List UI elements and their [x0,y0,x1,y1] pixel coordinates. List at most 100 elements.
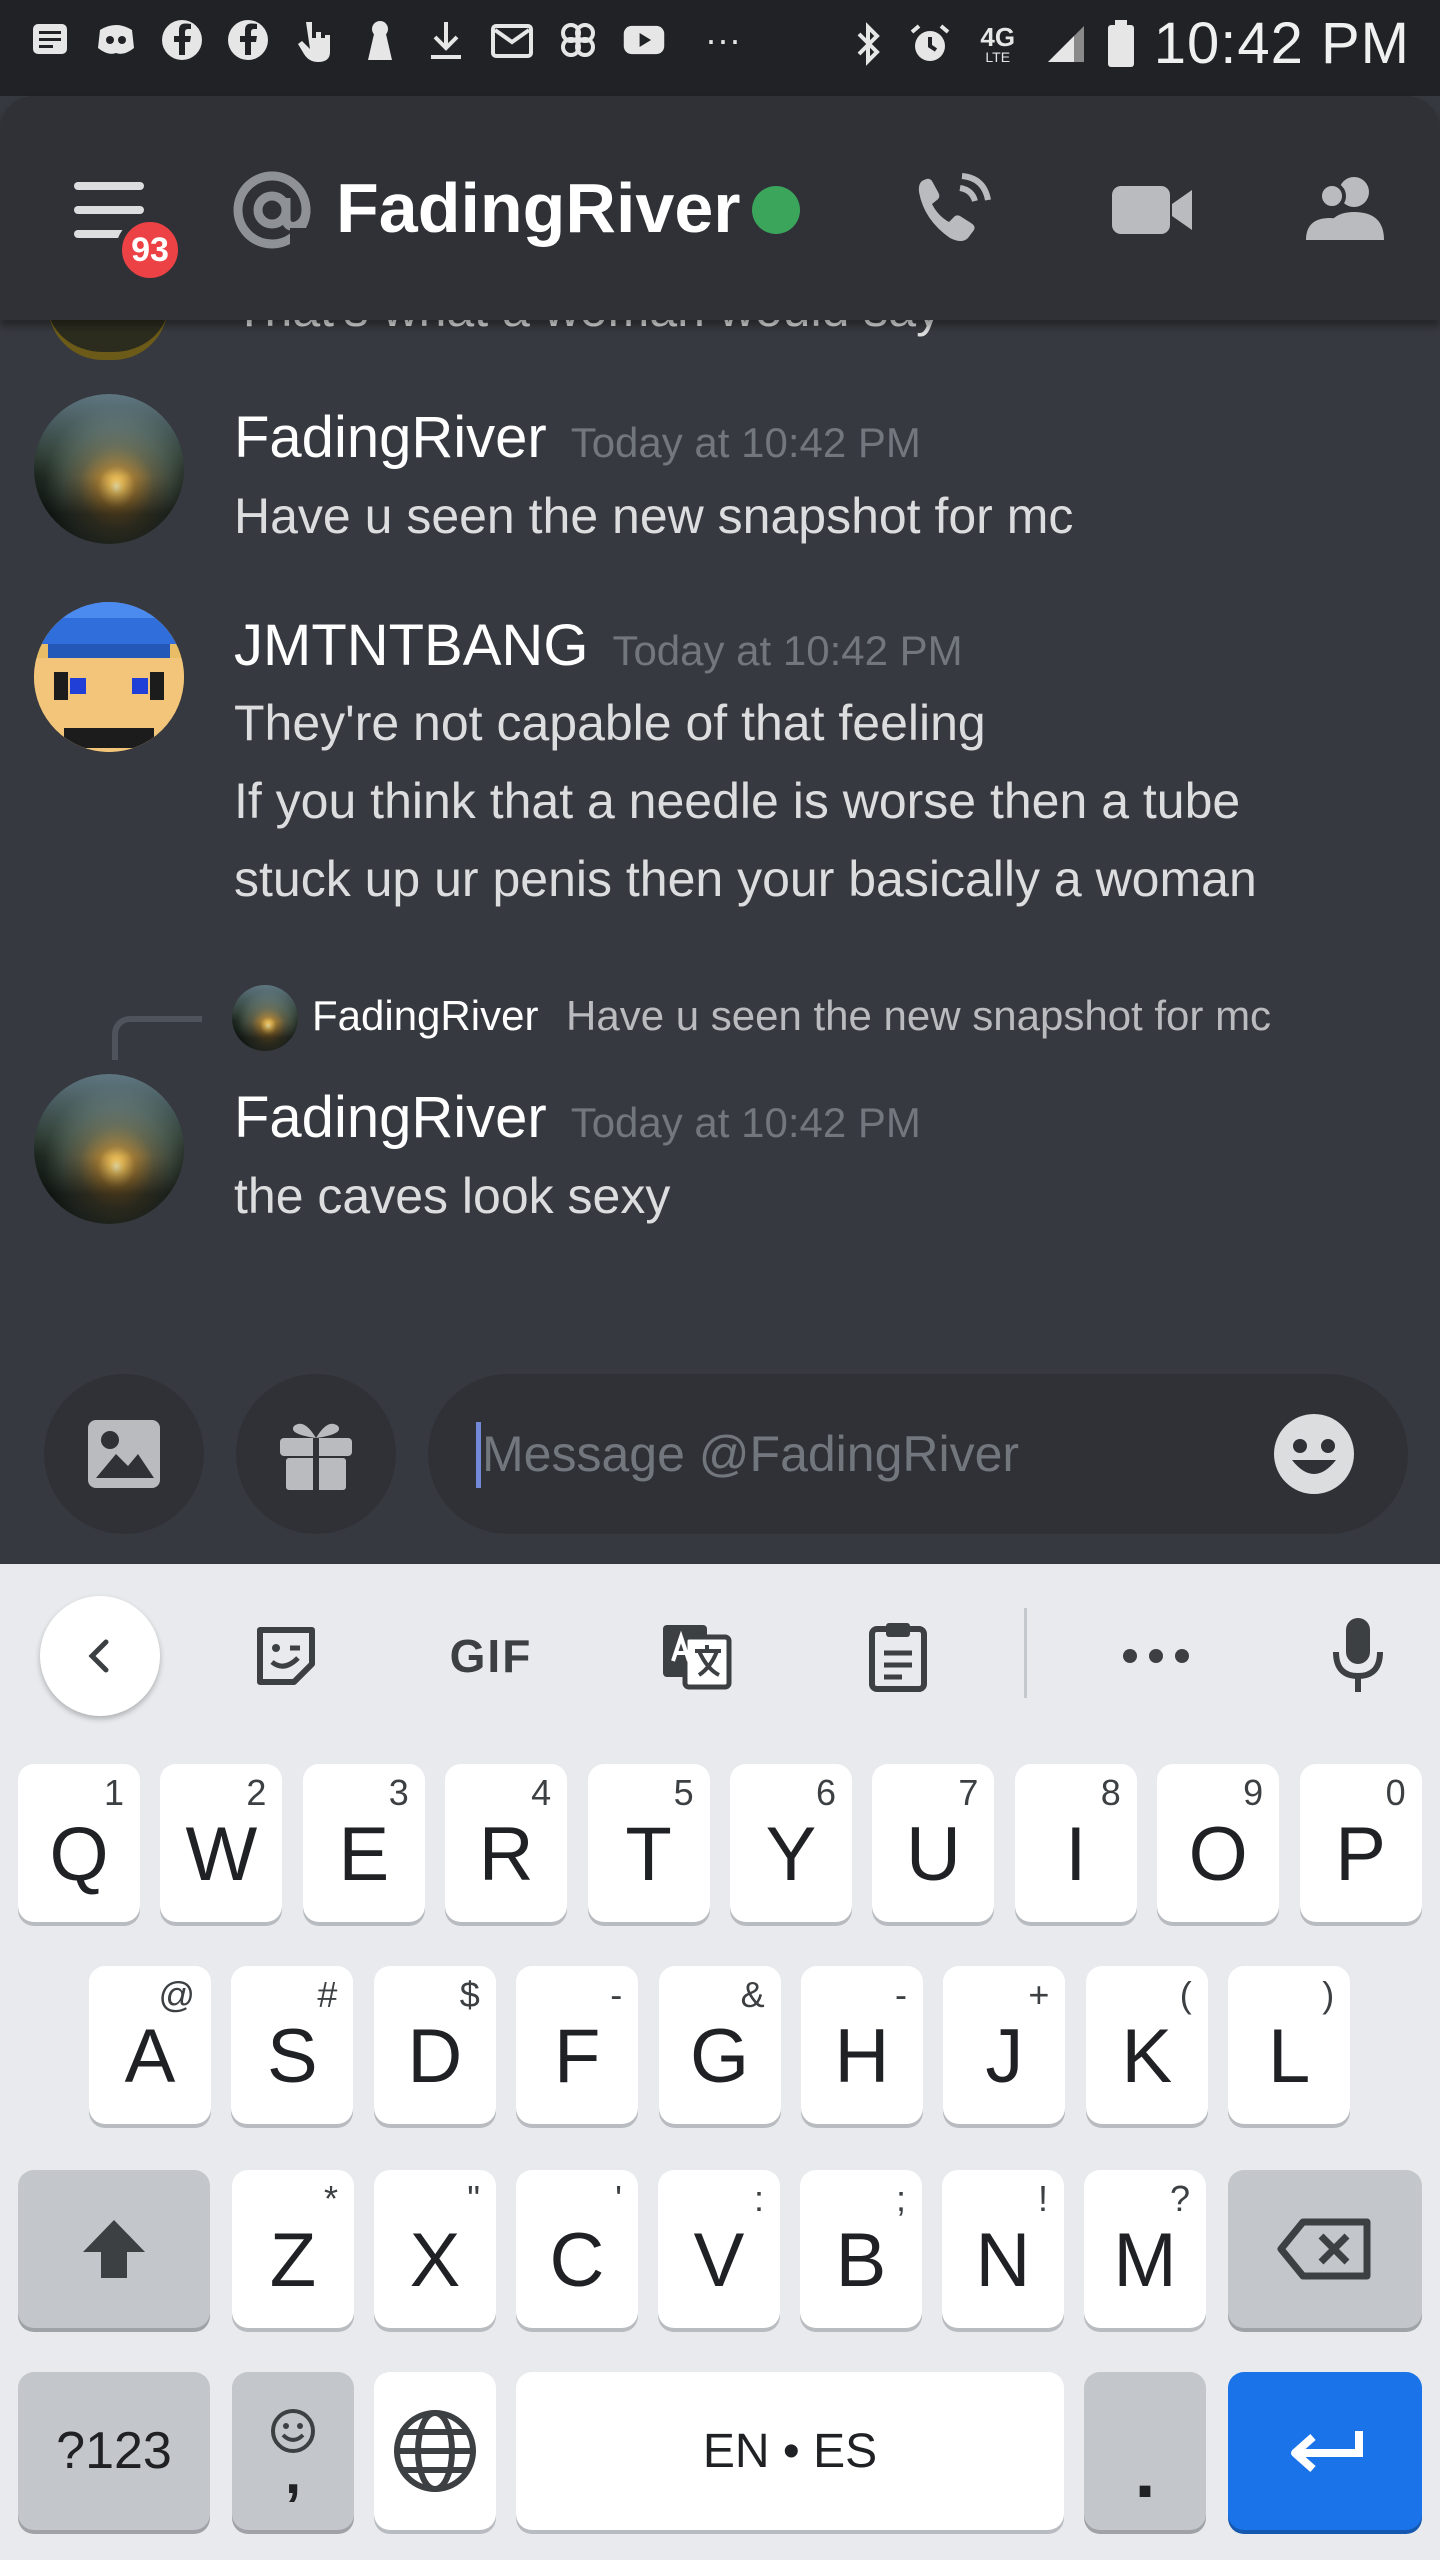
key-l[interactable]: ) L [1228,1966,1351,2124]
dm-recipient-name: FadingRiver [336,169,741,247]
key-s[interactable]: # S [231,1966,354,2124]
key-t[interactable]: 5T [587,1764,710,1922]
message-author[interactable]: JMTNTBANG Today at 10:42 PM [234,612,963,679]
gif-button[interactable]: GIF [436,1616,546,1696]
key-hint: 3 [388,1772,409,1813]
sticker-icon [257,1627,315,1685]
key-n[interactable]: ! N [942,2170,1064,2328]
clock: 10:42 PM [1153,11,1410,76]
members-button[interactable] [1300,170,1390,250]
gift-button[interactable] [236,1374,396,1534]
key-h[interactable]: -H [801,1966,923,2124]
comma-label: , [284,2441,302,2506]
key-hint: : [753,2178,764,2219]
message-author[interactable]: FadingRiver Today at 10:42 PM [234,404,921,471]
key-label: B [835,2217,887,2303]
key-label: O [1188,1811,1248,1897]
enter-key[interactable] [1228,2372,1422,2530]
shift-icon [83,2220,145,2278]
message-author[interactable]: FadingRiver Today at 10:42 PM [234,1084,921,1151]
key-hint: ' [615,2178,622,2219]
key-j[interactable]: + J [943,1966,1066,2124]
key-label: T [625,1811,672,1897]
key-hint: 4 [531,1772,552,1813]
video-call-button[interactable] [1108,170,1198,250]
clipboard-icon [869,1623,927,1692]
message-text: the caves look sexy [234,1168,671,1224]
reply-preview[interactable]: Have u seen the new snapshot for mc [566,992,1271,1040]
key-u[interactable]: 7U [872,1764,995,1922]
voice-call-button[interactable] [910,170,1000,250]
pixel-avatar[interactable] [34,602,184,752]
message-input[interactable] [482,1404,1242,1504]
more-options-button[interactable] [1116,1616,1196,1696]
shift-key[interactable] [18,2170,210,2328]
author-name[interactable]: FadingRiver [234,1085,547,1150]
key-g[interactable]: & G [658,1966,781,2124]
language-switch-key[interactable] [374,2372,496,2530]
key-b[interactable]: ; B [800,2170,922,2328]
sunset-avatar[interactable] [34,1074,184,1224]
key-hint: ( [1179,1974,1192,2015]
messages-icon [28,18,72,62]
notification-icons: ··· [28,18,758,62]
emoji-comma-key[interactable]: , [232,2372,354,2530]
key-z[interactable]: * Z [232,2170,354,2328]
key-hint: @ [158,1974,195,2015]
key-hint: - [610,1974,623,2015]
key-x[interactable]: " X [374,2170,496,2328]
collapse-toolbar-button[interactable] [40,1596,160,1716]
sunset-avatar[interactable] [34,394,184,544]
key-hint: 8 [1100,1772,1121,1813]
message-input-box[interactable] [428,1374,1408,1534]
key-k[interactable]: (K [1085,1966,1208,2124]
key-y[interactable]: 6Y [730,1764,852,1922]
period-key[interactable]: . [1084,2372,1206,2530]
at-icon [230,168,314,252]
key-o[interactable]: 9O [1157,1764,1280,1922]
reply-author[interactable]: FadingRiver [312,992,538,1040]
youtube-icon [622,18,666,62]
more-horizontal-icon [1123,1649,1189,1663]
sunset-avatar [232,985,298,1051]
smiley-icon [1274,1414,1354,1494]
key-label: K [1121,2013,1173,2099]
translate-button[interactable] [656,1616,736,1696]
space-key[interactable]: EN • ES [516,2372,1064,2530]
key-c[interactable]: ' C [516,2170,638,2328]
sticker-button[interactable] [246,1616,326,1696]
voice-input-button[interactable] [1318,1616,1398,1696]
author-name[interactable]: JMTNTBANG [234,613,588,678]
key-label: G [690,2013,750,2099]
key-r[interactable]: 4R [445,1764,568,1922]
symbols-key[interactable]: ?123 [18,2372,210,2530]
discord-icon [94,18,138,62]
key-v[interactable]: :V [658,2170,780,2328]
key-f[interactable]: -F [516,1966,639,2124]
message-list[interactable]: That's what a woman would say FadingRive… [0,320,1440,1360]
author-name[interactable]: FadingRiver [234,405,547,470]
key-w[interactable]: 2W [160,1764,283,1922]
key-a[interactable]: @ A [89,1966,211,2124]
message-text: That's what a woman would say [234,320,941,338]
key-hint: & [740,1974,765,2015]
key-q[interactable]: 1Q [18,1764,140,1922]
symbols-key-label: ?123 [56,2422,172,2480]
key-i[interactable]: 8I [1014,1764,1137,1922]
key-hint: ) [1322,1974,1335,2015]
clipboard-button[interactable] [858,1616,938,1696]
key-hint: 1 [103,1772,124,1813]
key-d[interactable]: $ D [373,1966,496,2124]
key-m[interactable]: ? M [1084,2170,1206,2328]
key-hint: 5 [673,1772,694,1813]
key-hint: 7 [958,1772,979,1813]
message-timestamp: Today at 10:42 PM [570,1099,921,1146]
attach-image-button[interactable] [44,1374,204,1534]
key-p[interactable]: 0P [1299,1764,1422,1922]
key-hint: + [1028,1974,1050,2015]
backspace-key[interactable] [1228,2170,1422,2328]
key-e[interactable]: 3E [302,1764,425,1922]
emoji-picker-button[interactable] [1270,1410,1358,1498]
signal-icon [1044,22,1088,66]
gift-icon [280,1423,352,1490]
